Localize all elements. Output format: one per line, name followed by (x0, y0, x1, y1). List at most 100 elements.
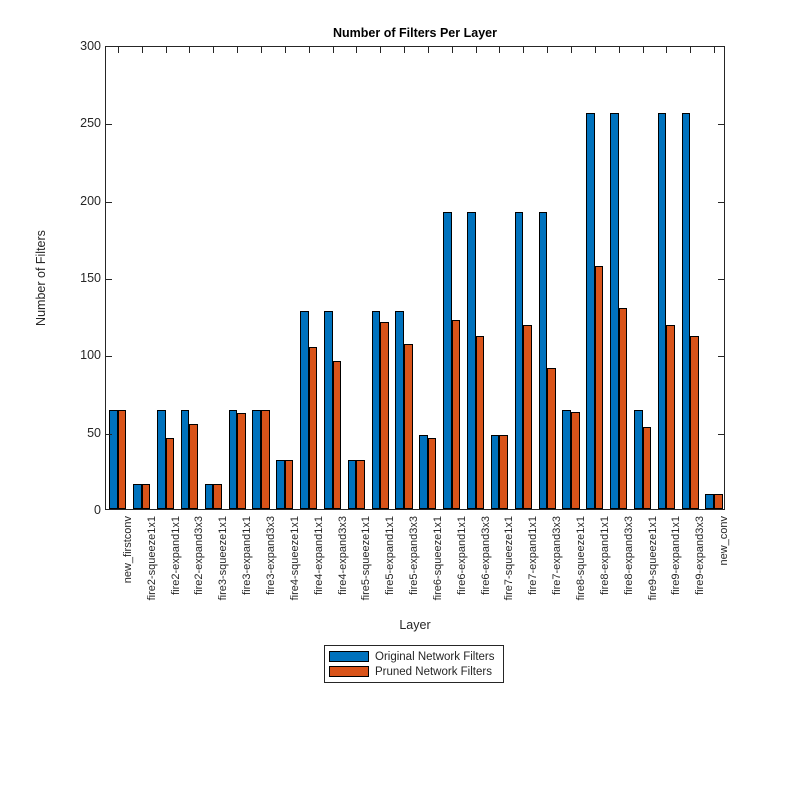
bar-original[interactable] (490, 434, 500, 509)
bar-original[interactable] (562, 410, 571, 509)
x-tick-label-text: fire3-squeeze1x1 (217, 516, 230, 601)
x-tick-label: fire3-expand3x3 (265, 437, 277, 595)
x-axis-title: Layer (399, 618, 431, 632)
x-tick-label: fire9-squeeze1x1 (647, 432, 659, 600)
legend-label: Original Network Filters (375, 650, 495, 663)
bar-original[interactable] (180, 410, 190, 509)
x-tick-label-text: fire8-expand1x1 (598, 516, 611, 595)
x-tick-label-text: fire9-expand1x1 (670, 516, 683, 595)
bar-original[interactable] (681, 113, 691, 509)
bar-original[interactable] (133, 484, 142, 509)
bar-group (705, 47, 723, 509)
bar-original[interactable] (371, 311, 381, 509)
x-tick-label: fire8-expand1x1 (599, 437, 611, 595)
bar-original[interactable] (467, 212, 476, 509)
bar-original[interactable] (252, 410, 261, 509)
bar-original[interactable] (705, 493, 715, 509)
x-tick-label-text: fire6-squeeze1x1 (431, 516, 444, 601)
x-tick-label: fire6-squeeze1x1 (432, 432, 444, 600)
x-tick-label-text: fire3-expand3x3 (265, 516, 277, 595)
x-tick-label-text: fire9-squeeze1x1 (646, 516, 659, 601)
x-tick-label: new_conv (718, 466, 730, 566)
bar-original[interactable] (538, 212, 548, 509)
x-tick-label-text: fire3-expand1x1 (241, 516, 254, 595)
x-tick-label-text: new_conv (718, 516, 731, 566)
legend-item[interactable]: Original Network Filters (329, 649, 499, 664)
bar-original[interactable] (347, 459, 357, 509)
figure-canvas: Number of Filters Per Layer Number of Fi… (0, 0, 800, 800)
x-tick-label-text: new_firstconv (121, 516, 134, 584)
legend-swatch-icon (329, 651, 369, 662)
x-tick-label: fire7-squeeze1x1 (503, 432, 515, 600)
x-tick-label: fire5-expand1x1 (384, 437, 396, 595)
x-tick-label-text: fire5-expand1x1 (384, 516, 397, 595)
x-tick-label: new_firstconv (122, 449, 134, 583)
y-axis-title: Number of Filters (34, 230, 48, 326)
bar-original[interactable] (586, 113, 595, 509)
bar-original[interactable] (633, 410, 643, 509)
bar-original[interactable] (204, 484, 214, 509)
x-tick-label: fire4-squeeze1x1 (289, 432, 301, 600)
x-tick-label-text: fire2-squeeze1x1 (145, 516, 158, 601)
bar-original[interactable] (610, 113, 619, 509)
bar-original[interactable] (228, 410, 238, 509)
x-tick-label: fire5-squeeze1x1 (360, 432, 372, 600)
y-tick-label: 0 (94, 503, 101, 517)
bar-original[interactable] (157, 410, 166, 509)
legend: Original Network Filters Pruned Network F… (324, 645, 504, 683)
y-axis-tick-mark (106, 201, 112, 203)
x-tick-label-text: fire4-squeeze1x1 (288, 516, 301, 601)
legend-swatch-icon (329, 666, 369, 677)
y-axis-tick-mark (718, 433, 724, 435)
x-tick-label: fire8-expand3x3 (623, 437, 635, 595)
x-tick-label: fire5-expand3x3 (408, 437, 420, 595)
y-axis-tick-mark (718, 279, 724, 280)
x-tick-label-text: fire5-squeeze1x1 (360, 516, 373, 601)
x-tick-label: fire4-expand1x1 (313, 437, 325, 595)
x-tick-label: fire2-squeeze1x1 (146, 432, 158, 600)
x-tick-label-text: fire7-expand1x1 (527, 516, 540, 595)
y-tick-label: 300 (80, 39, 101, 53)
x-tick-label: fire6-expand1x1 (456, 437, 468, 595)
x-tick-label: fire3-expand1x1 (241, 437, 253, 595)
x-tick-label: fire7-expand1x1 (527, 437, 539, 595)
y-tick-label: 200 (80, 193, 101, 208)
y-tick-label: 250 (80, 116, 101, 131)
x-tick-label-text: fire7-expand3x3 (551, 516, 564, 595)
x-axis-tick-labels: new_firstconv fire2-squeeze1x1 fire2-expan… (105, 510, 730, 620)
y-tick-label: 150 (80, 271, 101, 285)
x-tick-label-text: fire6-expand3x3 (479, 516, 492, 595)
bar-original[interactable] (395, 311, 405, 509)
x-tick-label: fire2-expand1x1 (170, 437, 182, 595)
x-tick-label: fire7-expand3x3 (551, 437, 563, 595)
x-tick-label-text: fire5-expand3x3 (408, 516, 421, 595)
x-tick-label: fire9-expand3x3 (694, 437, 706, 595)
bar-group (109, 47, 127, 509)
x-tick-label-text: fire2-expand3x3 (193, 516, 206, 595)
bar-original[interactable] (276, 459, 285, 509)
x-tick-label: fire4-expand3x3 (337, 437, 349, 595)
bar-original[interactable] (323, 311, 333, 509)
x-tick-label-text: fire6-expand1x1 (455, 516, 468, 595)
legend-item[interactable]: Pruned Network Filters (329, 664, 499, 679)
y-axis-tick-mark (718, 356, 724, 358)
bar-original[interactable] (300, 311, 309, 509)
chart-title: Number of Filters Per Layer (333, 26, 497, 40)
x-tick-label: fire3-squeeze1x1 (217, 432, 229, 600)
bar-original[interactable] (109, 410, 118, 509)
bar-original[interactable] (657, 113, 667, 509)
x-tick-label: fire8-squeeze1x1 (575, 432, 587, 600)
x-tick-label: fire2-expand3x3 (193, 437, 205, 595)
x-tick-label-text: fire4-expand1x1 (312, 516, 325, 595)
x-tick-label-text: fire8-expand3x3 (622, 516, 635, 595)
bar-original[interactable] (514, 212, 524, 509)
bar-original[interactable] (443, 212, 452, 509)
y-axis-tick-mark (106, 279, 112, 280)
x-tick-label-text: fire2-expand1x1 (169, 516, 182, 595)
y-axis-tick-mark (718, 124, 724, 126)
y-axis-tick-mark (106, 356, 112, 358)
bar-original[interactable] (419, 434, 428, 509)
x-tick-label-text: fire7-squeeze1x1 (503, 516, 516, 601)
x-tick-label-text: fire8-squeeze1x1 (575, 516, 587, 601)
y-axis-tick-mark (106, 124, 112, 126)
